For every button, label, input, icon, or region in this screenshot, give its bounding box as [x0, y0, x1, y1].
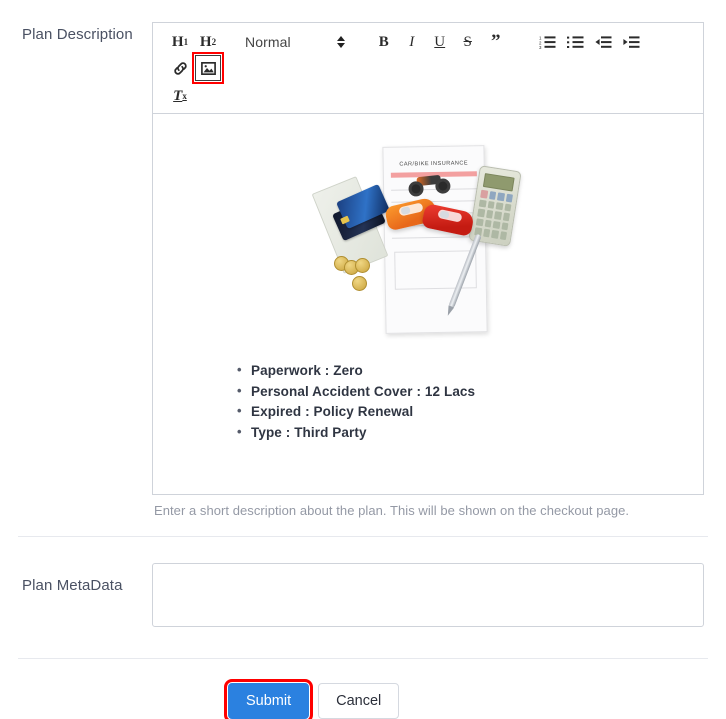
ordered-list-button[interactable]: 1 2 3 [535, 29, 561, 55]
editor-content-image: CAR/BIKE INSURANCE [165, 124, 691, 343]
plan-description-help-text: Enter a short description about the plan… [154, 503, 630, 518]
clear-format-button[interactable]: Tx [167, 83, 193, 109]
plan-description-label: Plan Description [22, 26, 133, 43]
insurance-photo: CAR/BIKE INSURANCE [311, 140, 534, 338]
svg-text:3: 3 [539, 45, 542, 49]
plan-metadata-control [152, 563, 726, 632]
list-item: Expired : Policy Renewal [237, 401, 691, 423]
underline-button[interactable]: U [427, 29, 453, 55]
chevron-up-down-icon [336, 36, 345, 48]
insurance-form-title: CAR/BIKE INSURANCE [399, 160, 469, 168]
calculator-keys [474, 189, 513, 241]
submit-button[interactable]: Submit [223, 679, 314, 719]
calculator-screen [482, 173, 515, 192]
cancel-button[interactable]: Cancel [318, 683, 400, 719]
ordered-list-icon: 1 2 3 [539, 36, 556, 49]
editor-toolbar-row-2: Tx [167, 81, 695, 109]
heading-2-button[interactable]: H2 [195, 29, 221, 55]
outdent-icon [595, 36, 612, 48]
italic-button[interactable]: I [399, 29, 425, 55]
bold-button[interactable]: B [371, 29, 397, 55]
list-item: Type : Third Party [237, 422, 691, 444]
clear-format-label: T [173, 87, 183, 104]
blockquote-button[interactable]: ” [483, 29, 509, 55]
list-item: Paperwork : Zero [237, 360, 691, 382]
plan-description-row: Plan Description H1 H2 Normal B I U S ” [0, 0, 726, 518]
plan-metadata-label: Plan MetaData [22, 577, 123, 594]
toy-motorcycle [406, 168, 452, 198]
bullet-list-icon [567, 36, 584, 48]
indent-icon [623, 36, 640, 48]
bullet-list-button[interactable] [563, 29, 589, 55]
image-icon [200, 61, 216, 75]
plan-metadata-row: Plan MetaData [0, 537, 726, 658]
list-item: Personal Accident Cover : 12 Lacs [237, 381, 691, 403]
heading-1-label: H [171, 33, 184, 50]
editor-content-area[interactable]: CAR/BIKE INSURANCE • Paperwork: Zero • … [153, 114, 703, 494]
heading-1-button[interactable]: H1 [167, 29, 193, 55]
rich-text-editor[interactable]: H1 H2 Normal B I U S ” 1 2 3 T x CAR/BIK… [152, 22, 704, 495]
heading-2-label: H [199, 33, 212, 50]
plan-description-control: H1 H2 Normal B I U S ” 1 2 3 T x CAR/BIK… [152, 22, 726, 518]
format-picker[interactable]: Normal [245, 34, 345, 50]
strikethrough-button[interactable]: S [455, 29, 481, 55]
indent-button[interactable] [619, 29, 645, 55]
link-icon [173, 61, 187, 75]
form-actions: Submit Cancel [0, 659, 726, 719]
clear-format-sub: x [182, 90, 187, 101]
outdent-button[interactable] [591, 29, 617, 55]
plan-metadata-input[interactable] [152, 563, 704, 627]
insert-image-button[interactable] [192, 52, 224, 84]
format-picker-value: Normal [245, 34, 291, 50]
link-button[interactable] [167, 55, 193, 81]
coin [352, 276, 367, 291]
editor-content-bullet-list: Paperwork : Zero Personal Accident Cover… [165, 360, 691, 444]
editor-toolbar: H1 H2 Normal B I U S ” 1 2 3 T x [153, 23, 703, 114]
heading-1-sub: 1 [183, 36, 189, 47]
coin [355, 258, 370, 273]
heading-2-sub: 2 [211, 36, 217, 47]
